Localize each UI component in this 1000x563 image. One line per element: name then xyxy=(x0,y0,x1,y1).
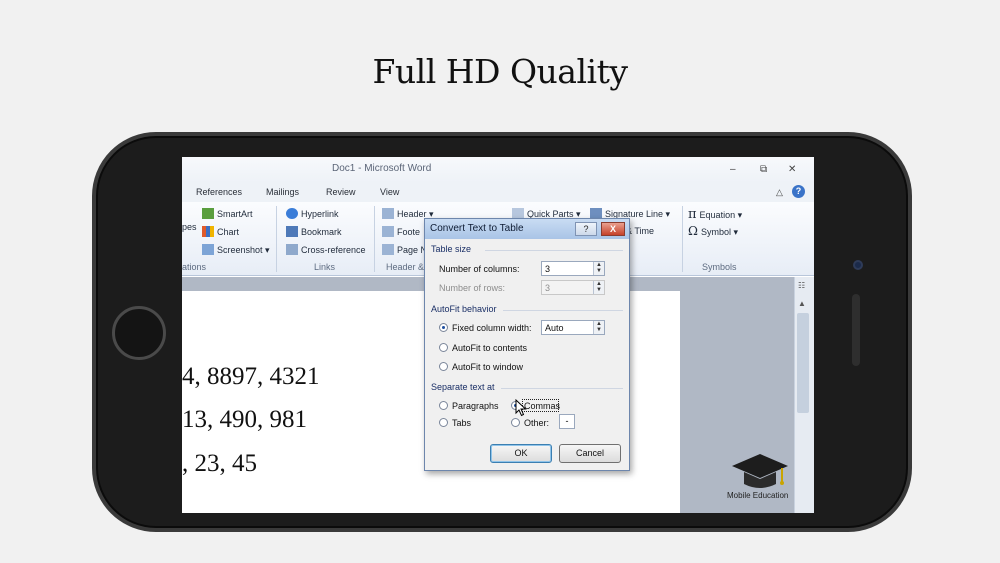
paragraphs-radio[interactable] xyxy=(439,401,448,410)
tab-review[interactable]: Review xyxy=(326,187,356,197)
bookmark-button[interactable]: Bookmark xyxy=(286,226,342,237)
fixed-width-radio[interactable] xyxy=(439,323,448,332)
columns-label: Number of columns: xyxy=(439,264,520,274)
tab-references[interactable]: References xyxy=(196,187,242,197)
cross-reference-button[interactable]: Cross-reference xyxy=(286,244,366,255)
footer-button[interactable]: Foote xyxy=(382,226,420,237)
minimize-icon[interactable]: – xyxy=(730,164,736,175)
graduation-cap-icon xyxy=(732,454,788,488)
hyperlink-button[interactable]: Hyperlink xyxy=(286,208,339,219)
convert-text-to-table-dialog: Convert Text to Table ? X Table size Num… xyxy=(424,218,630,471)
other-label[interactable]: Other: xyxy=(524,418,549,428)
smartart-button[interactable]: SmartArt xyxy=(202,208,253,219)
omega-icon: Ω xyxy=(688,224,698,238)
tabs-radio[interactable] xyxy=(439,418,448,427)
page-number-button[interactable]: Page N xyxy=(382,244,427,255)
dialog-close-button[interactable]: X xyxy=(601,222,625,236)
screenshot-icon xyxy=(202,244,214,255)
document-line: , 23, 45 xyxy=(182,450,257,477)
section-divider xyxy=(501,388,623,389)
footer-icon xyxy=(382,226,394,237)
autofit-contents-radio[interactable] xyxy=(439,343,448,352)
headline: Full HD Quality xyxy=(372,52,628,91)
commas-label[interactable]: Commas xyxy=(524,401,560,411)
other-radio[interactable] xyxy=(511,418,520,427)
mouse-cursor-icon xyxy=(515,399,527,417)
equation-button[interactable]: π Equation ▾ xyxy=(688,207,742,222)
shapes-partial[interactable]: pes xyxy=(182,222,197,232)
chart-button[interactable]: Chart xyxy=(202,226,239,237)
cancel-button[interactable]: Cancel xyxy=(559,444,621,463)
fixed-width-stepper[interactable]: Auto ▲ ▼ xyxy=(541,320,605,335)
section-divider xyxy=(503,310,623,311)
separate-label: Separate text at xyxy=(431,382,495,392)
scroll-up-icon[interactable]: ▲ xyxy=(798,299,806,308)
scrollbar-thumb[interactable] xyxy=(797,313,809,413)
header-icon xyxy=(382,208,394,219)
globe-icon xyxy=(286,208,298,219)
group-illustrations: ations xyxy=(182,262,207,272)
logo-text: Mobile Education xyxy=(727,491,789,500)
group-links: Links xyxy=(314,262,336,272)
group-symbols: Symbols xyxy=(702,262,737,272)
rows-label: Number of rows: xyxy=(439,283,506,293)
chart-icon xyxy=(202,226,214,237)
date-time-button[interactable]: & Time xyxy=(626,226,654,236)
page-number-icon xyxy=(382,244,394,255)
close-icon[interactable]: ✕ xyxy=(788,164,796,175)
word-titlebar: Doc1 - Microsoft Word – ⧉ ✕ xyxy=(182,157,814,183)
tabs-label[interactable]: Tabs xyxy=(452,418,471,428)
cross-reference-icon xyxy=(286,244,298,255)
ruler-toggle-icon[interactable]: ☷ xyxy=(798,281,805,290)
tab-view[interactable]: View xyxy=(380,187,399,197)
columns-value: 3 xyxy=(545,264,551,274)
autofit-window-label[interactable]: AutoFit to window xyxy=(452,362,523,372)
pi-icon: π xyxy=(688,207,697,222)
section-divider xyxy=(485,250,623,251)
home-button[interactable] xyxy=(112,306,166,360)
ok-button[interactable]: OK xyxy=(490,444,552,463)
dialog-title: Convert Text to Table xyxy=(430,223,524,234)
dialog-help-button[interactable]: ? xyxy=(575,222,597,236)
screenshot-button[interactable]: Screenshot ▾ xyxy=(202,244,270,256)
ribbon-separator xyxy=(276,206,277,272)
document-line: 4, 8897, 4321 xyxy=(182,363,320,390)
dialog-titlebar[interactable]: Convert Text to Table xyxy=(425,219,629,239)
ribbon-tabs: References Mailings Review View xyxy=(182,183,814,202)
collapse-ribbon-icon[interactable]: △ xyxy=(776,187,783,198)
restore-icon[interactable]: ⧉ xyxy=(760,164,767,175)
ribbon-separator xyxy=(682,206,683,272)
document-line: 13, 490, 981 xyxy=(182,406,307,433)
rows-stepper: 3 ▲ ▼ xyxy=(541,280,605,295)
fixed-width-label[interactable]: Fixed column width: xyxy=(452,323,532,333)
speaker-grille xyxy=(852,294,860,366)
autofit-label: AutoFit behavior xyxy=(431,304,497,314)
autofit-contents-label[interactable]: AutoFit to contents xyxy=(452,343,527,353)
help-icon[interactable]: ? xyxy=(792,185,805,198)
other-input[interactable]: - xyxy=(559,414,575,429)
ribbon-separator xyxy=(374,206,375,272)
table-size-label: Table size xyxy=(431,244,472,254)
window-title: Doc1 - Microsoft Word xyxy=(332,163,432,174)
paragraphs-label[interactable]: Paragraphs xyxy=(452,401,499,411)
group-header-footer: Header & xyxy=(386,262,425,272)
columns-stepper[interactable]: 3 ▲ ▼ xyxy=(541,261,605,276)
tab-mailings[interactable]: Mailings xyxy=(266,187,299,197)
spin-arrows-icon[interactable]: ▲ ▼ xyxy=(593,262,604,275)
fixed-width-value: Auto xyxy=(545,323,564,333)
camera-icon xyxy=(853,260,863,270)
smartart-icon xyxy=(202,208,214,219)
rows-value: 3 xyxy=(545,283,551,293)
autofit-window-radio[interactable] xyxy=(439,362,448,371)
bookmark-icon xyxy=(286,226,298,237)
spin-arrows-icon[interactable]: ▲ ▼ xyxy=(593,321,604,334)
spin-arrows-icon: ▲ ▼ xyxy=(593,281,604,294)
symbol-button[interactable]: Ω Symbol ▾ xyxy=(688,224,738,238)
